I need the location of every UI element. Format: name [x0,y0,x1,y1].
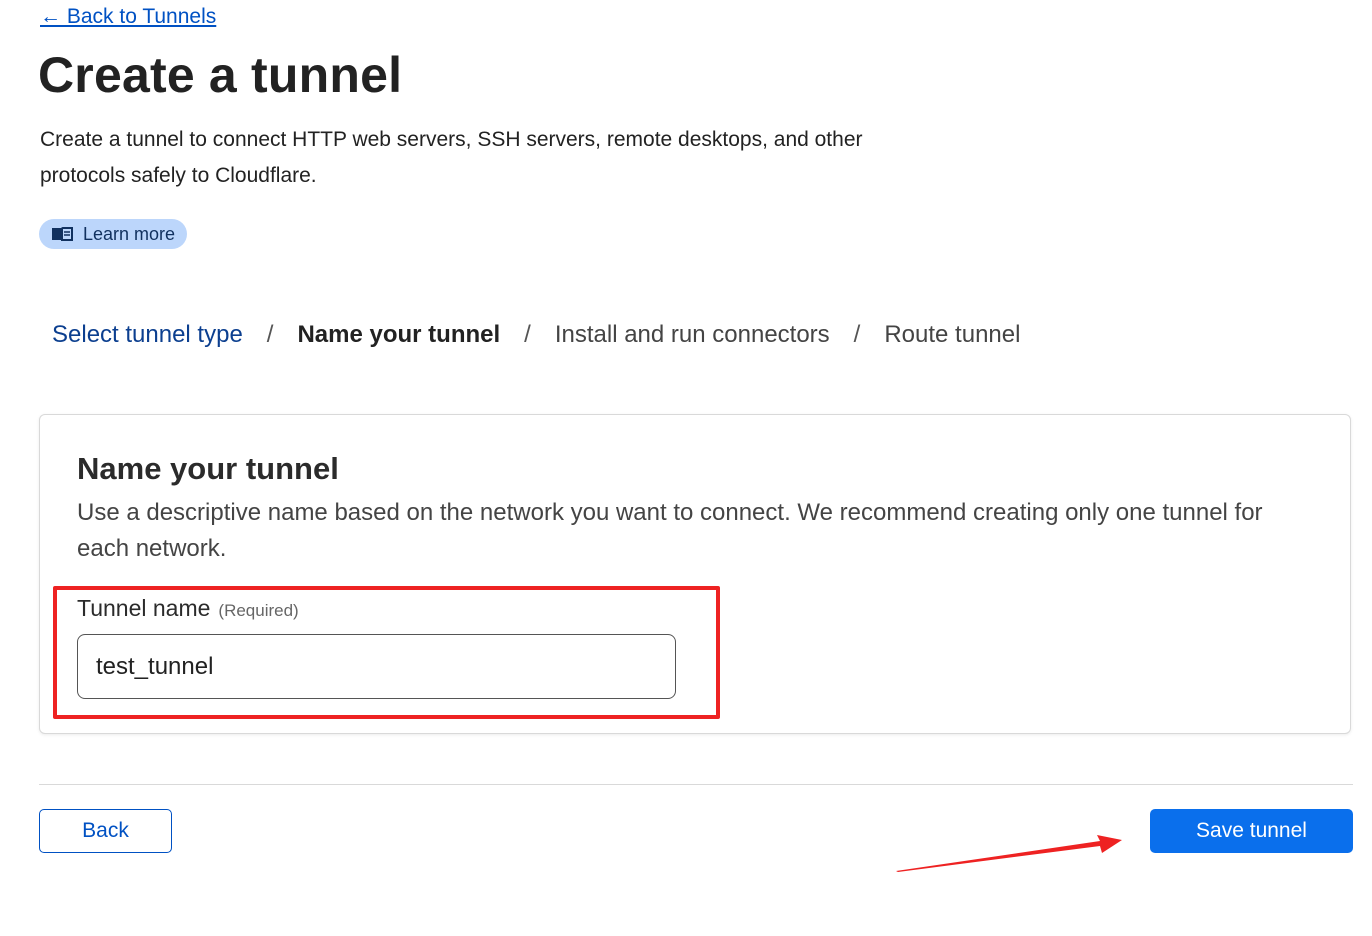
page-title: Create a tunnel [38,47,403,103]
back-button[interactable]: Back [39,809,172,853]
step-separator: / [266,321,274,348]
step-name-your-tunnel: Name your tunnel [297,321,501,348]
page-description: Create a tunnel to connect HTTP web serv… [40,128,863,187]
name-tunnel-card: Name your tunnel Use a descriptive name … [39,414,1351,734]
step-breadcrumb: Select tunnel type / Name your tunnel / … [52,318,1020,352]
learn-more-button[interactable]: Learn more [39,219,188,249]
card-title: Name your tunnel [77,451,339,486]
card-description: Use a descriptive name based on the netw… [77,499,1263,562]
annotation-arrow-icon [896,835,1122,872]
back-to-tunnels-link[interactable]: ← Back to Tunnels [40,5,216,29]
footer-divider [39,784,1353,785]
required-hint: (Required) [218,601,299,620]
create-tunnel-page: ← Back to Tunnels Create a tunnel Create… [0,0,1372,936]
save-tunnel-button[interactable]: Save tunnel [1150,809,1353,853]
step-install-connectors: Install and run connectors [554,321,830,348]
tunnel-name-input[interactable] [77,634,676,699]
learn-more-label: Learn more [83,223,176,244]
step-route-tunnel: Route tunnel [884,321,1021,348]
book-icon [51,226,73,242]
tunnel-name-label-text: Tunnel name [77,595,211,621]
step-select-tunnel-type[interactable]: Select tunnel type [52,321,243,349]
tunnel-name-label: Tunnel name (Required) [77,595,299,622]
step-separator: / [853,321,861,348]
step-separator: / [524,321,531,348]
